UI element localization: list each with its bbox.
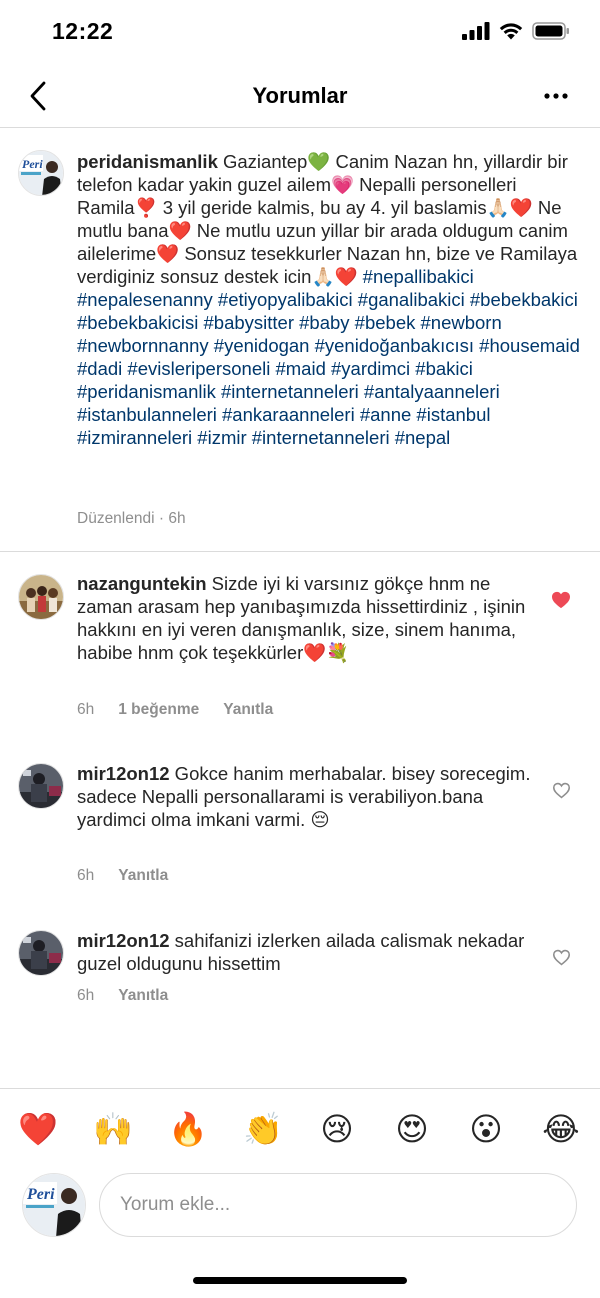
caption-hashtags[interactable]: #nepallibakici #nepalesenanny #etiyopyal… <box>77 266 580 448</box>
like-button[interactable] <box>550 779 572 801</box>
status-icons <box>462 22 570 40</box>
comment-meta: 6h Yanıtla <box>77 867 168 885</box>
raising-hands-emoji-button[interactable]: 🙌 <box>93 1109 133 1149</box>
avatar[interactable] <box>18 930 64 976</box>
comment-text: nazanguntekin Sizde iyi ki varsınız gökç… <box>77 572 537 664</box>
group-photo-avatar <box>19 575 63 619</box>
heart-filled-icon <box>552 591 570 609</box>
edited-label: Düzenlendi · 6h <box>77 510 186 527</box>
page-title: Yorumlar <box>252 83 348 108</box>
red-heart-emoji-button[interactable]: ❤️ <box>18 1109 58 1149</box>
comment-text: mir12on12 sahifanizi izlerken ailada cal… <box>77 929 537 975</box>
comment-username[interactable]: mir12on12 <box>77 763 170 784</box>
heart-outline-icon <box>552 949 570 965</box>
avatar[interactable] <box>18 574 64 620</box>
avatar-logo-text: Peri <box>26 1186 55 1203</box>
caption-text: peridanismanlik Gaziantep💚 Canim Nazan h… <box>77 150 587 449</box>
caption-meta: Düzenlendi · 6h <box>77 510 186 528</box>
signal-icon <box>462 22 490 40</box>
wifi-icon <box>499 23 523 40</box>
comment-composer: Peri <box>0 1170 600 1250</box>
comment-text: mir12on12 Gokce hanim merhabalar. bisey … <box>77 762 537 831</box>
more-horizontal-icon <box>544 93 568 99</box>
svg-text:Peri: Peri <box>22 157 43 171</box>
like-button[interactable] <box>550 946 572 968</box>
peri-logo-avatar: Peri <box>23 1174 85 1236</box>
comment-time: 6h <box>77 987 95 1004</box>
header: Yorumlar <box>0 64 600 128</box>
post-caption: Peri peridanismanlik Gaziantep💚 Canim Na… <box>0 128 600 552</box>
comment-username[interactable]: nazanguntekin <box>77 573 207 594</box>
heart-outline-icon <box>552 782 570 798</box>
clapping-hands-emoji-button[interactable]: 👏 <box>243 1109 283 1149</box>
comment-meta: 6h 1 beğenme Yanıtla <box>77 701 273 719</box>
caption-username[interactable]: peridanismanlik <box>77 151 218 172</box>
more-options-button[interactable] <box>538 78 574 114</box>
battery-icon <box>532 22 569 40</box>
like-button[interactable] <box>550 589 572 611</box>
peri-logo-avatar: Peri <box>19 151 63 195</box>
tears-of-joy-emoji-button[interactable]: 😂 <box>541 1109 581 1149</box>
reply-button[interactable]: Yanıtla <box>118 867 168 885</box>
current-user-avatar: Peri <box>22 1173 86 1237</box>
emoji-quick-bar: ❤️ 🙌 🔥 👏 😢 😍 😮 😂 <box>0 1088 600 1170</box>
surprised-face-emoji-button[interactable]: 😮 <box>466 1109 506 1149</box>
comment-input[interactable] <box>99 1173 577 1237</box>
comment-username[interactable]: mir12on12 <box>77 930 170 951</box>
likes-count[interactable]: 1 beğenme <box>118 701 199 719</box>
comment-time: 6h <box>77 867 95 884</box>
reply-button[interactable]: Yanıtla <box>223 701 273 719</box>
status-time: 12:22 <box>52 18 114 44</box>
avatar[interactable]: Peri <box>18 150 64 196</box>
reply-button[interactable]: Yanıtla <box>118 987 168 1005</box>
status-bar: 12:22 <box>0 0 600 64</box>
heart-eyes-emoji-button[interactable]: 😍 <box>392 1109 432 1149</box>
user-photo-avatar <box>19 931 63 975</box>
home-indicator[interactable] <box>193 1277 407 1284</box>
comment-meta: 6h Yanıtla <box>77 987 168 1005</box>
avatar[interactable] <box>18 763 64 809</box>
comment-time: 6h <box>77 701 95 718</box>
fire-emoji-button[interactable]: 🔥 <box>168 1109 208 1149</box>
user-photo-avatar <box>19 764 63 808</box>
crying-face-emoji-button[interactable]: 😢 <box>317 1109 357 1149</box>
